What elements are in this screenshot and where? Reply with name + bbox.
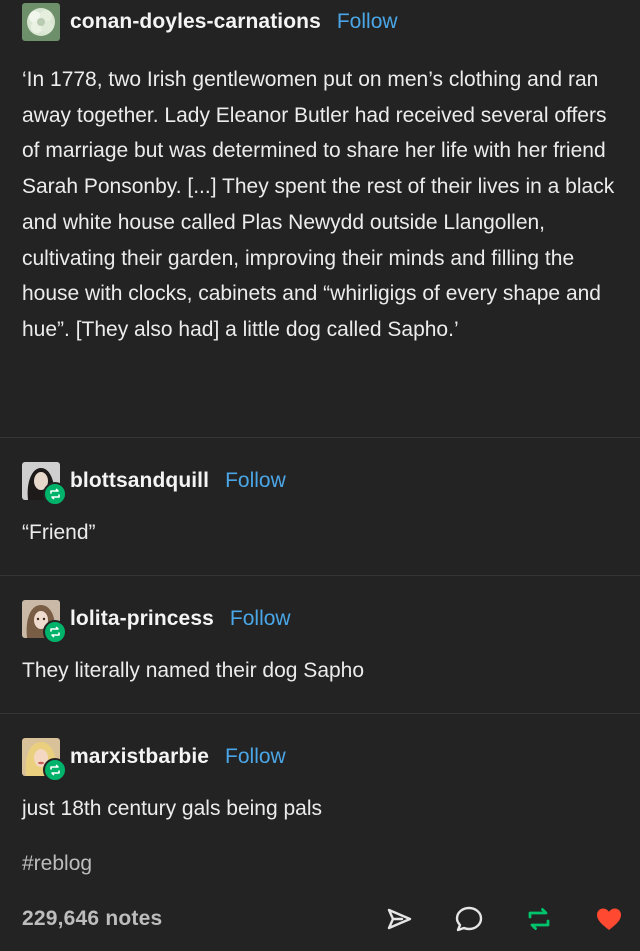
reblog-text: just 18th century gals being pals: [22, 797, 323, 820]
tag-reblog[interactable]: #reblog: [22, 852, 92, 875]
avatar[interactable]: [22, 600, 67, 644]
like-button[interactable]: [592, 902, 626, 936]
reblog-button[interactable]: [522, 902, 556, 936]
reblog-icon: [528, 908, 550, 930]
avatar[interactable]: [22, 462, 67, 506]
follow-button[interactable]: Follow: [225, 745, 286, 769]
post-actions: [346, 902, 626, 936]
reblog-header: blottsandquill Follow: [22, 456, 618, 506]
notes-count[interactable]: 229,646 notes: [22, 907, 162, 931]
reply-button[interactable]: [452, 902, 486, 936]
op-body: ‘In 1778, two Irish gentlewomen put on m…: [22, 62, 622, 348]
share-button[interactable]: [382, 902, 416, 936]
reblog-text: “Friend”: [22, 521, 96, 544]
reblog-text: They literally named their dog Sapho: [22, 659, 365, 682]
reblogger-username[interactable]: marxistbarbie: [70, 745, 209, 769]
reblog-entry: blottsandquill Follow “Friend”: [0, 437, 640, 575]
original-post: conan-doyles-carnations Follow ‘In 1778,…: [0, 0, 640, 437]
carnation-avatar-icon: [22, 3, 60, 41]
tumblr-post: conan-doyles-carnations Follow ‘In 1778,…: [0, 0, 640, 951]
reblog-header: lolita-princess Follow: [22, 594, 618, 644]
reblog-badge-icon: [43, 620, 67, 644]
reblogger-username[interactable]: lolita-princess: [70, 607, 214, 631]
reblog-entry: lolita-princess Follow They literally na…: [0, 575, 640, 713]
avatar[interactable]: [22, 3, 60, 41]
reblog-badge-icon: [43, 758, 67, 782]
tag-list: #reblog: [22, 852, 618, 876]
reblog-header: marxistbarbie Follow: [22, 732, 618, 782]
reblogger-username[interactable]: blottsandquill: [70, 469, 209, 493]
op-text: ‘In 1778, two Irish gentlewomen put on m…: [22, 68, 615, 341]
follow-button[interactable]: Follow: [230, 607, 291, 631]
follow-button[interactable]: Follow: [225, 469, 286, 493]
post-footer: 229,646 notes: [22, 896, 626, 942]
reblog-badge-icon: [43, 482, 67, 506]
heart-icon: [597, 908, 621, 930]
share-icon: [387, 908, 412, 930]
reply-icon: [455, 906, 483, 932]
op-username[interactable]: conan-doyles-carnations: [70, 10, 321, 34]
post-header: conan-doyles-carnations Follow: [22, 0, 618, 44]
avatar[interactable]: [22, 738, 67, 782]
op-follow-button[interactable]: Follow: [337, 10, 398, 34]
